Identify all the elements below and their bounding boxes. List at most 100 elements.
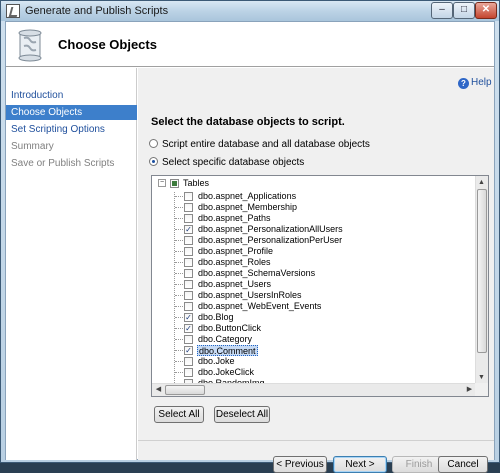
step-choose-objects[interactable]: Choose Objects bbox=[6, 105, 137, 120]
tree-connector bbox=[175, 251, 183, 252]
cancel-button[interactable]: Cancel bbox=[438, 456, 488, 473]
step-introduction[interactable]: Introduction bbox=[6, 88, 137, 103]
tree-connector bbox=[175, 317, 183, 318]
tree-item[interactable]: ✓ dbo.ButtonClick bbox=[152, 323, 472, 334]
tree-item-label: dbo.aspnet_Membership bbox=[198, 202, 298, 212]
scroll-corner bbox=[475, 383, 488, 396]
tree-connector bbox=[175, 295, 183, 296]
tree-item-checkbox[interactable] bbox=[184, 214, 193, 223]
deselect-all-button[interactable]: Deselect All bbox=[214, 406, 270, 423]
tree-item-checkbox[interactable] bbox=[184, 247, 193, 256]
radio-entire-indicator[interactable] bbox=[149, 139, 158, 148]
tree-item[interactable]: dbo.Category bbox=[152, 334, 472, 345]
radio-specific-label: Select specific database objects bbox=[162, 157, 305, 168]
tree-connector bbox=[175, 196, 183, 197]
tree-item-checkbox[interactable]: ✓ bbox=[184, 346, 193, 355]
step-set-scripting-options[interactable]: Set Scripting Options bbox=[6, 122, 137, 137]
tree-vertical-scrollbar[interactable]: ▲ ▼ bbox=[475, 176, 488, 384]
tree-item[interactable]: dbo.aspnet_WebEvent_Events bbox=[152, 301, 472, 312]
tree-item-checkbox[interactable] bbox=[184, 280, 193, 289]
wizard-steps: Introduction Choose Objects Set Scriptin… bbox=[6, 68, 137, 460]
page-title: Choose Objects bbox=[58, 37, 157, 52]
tree-connector bbox=[175, 350, 183, 351]
tree-item-label: dbo.aspnet_Users bbox=[198, 279, 272, 289]
scroll-up-icon[interactable]: ▲ bbox=[476, 177, 487, 188]
tree-item[interactable]: dbo.aspnet_SchemaVersions bbox=[152, 268, 472, 279]
instruction-text: Select the database objects to script. bbox=[151, 116, 345, 128]
next-button[interactable]: Next > bbox=[333, 456, 387, 473]
radio-specific-indicator[interactable] bbox=[149, 157, 158, 166]
radio-entire-label: Script entire database and all database … bbox=[162, 139, 370, 150]
title-bar[interactable]: Generate and Publish Scripts – □ ✕ bbox=[1, 1, 499, 21]
tree-item-checkbox[interactable] bbox=[184, 258, 193, 267]
tree-item-label: dbo.Blog bbox=[198, 312, 234, 322]
tree-item-checkbox[interactable] bbox=[184, 269, 193, 278]
tree-item-label: dbo.Joke bbox=[198, 356, 235, 366]
tree-item-checkbox[interactable] bbox=[184, 192, 193, 201]
tree-item-checkbox[interactable]: ✓ bbox=[184, 324, 193, 333]
tree-item-checkbox[interactable]: ✓ bbox=[184, 225, 193, 234]
help-link[interactable]: ? Help bbox=[458, 77, 492, 89]
help-label: Help bbox=[471, 77, 492, 88]
tree-connector bbox=[175, 339, 183, 340]
help-icon: ? bbox=[458, 78, 469, 89]
tree-item[interactable]: dbo.aspnet_Paths bbox=[152, 213, 472, 224]
tree-item-checkbox[interactable]: ✓ bbox=[184, 313, 193, 322]
tree-item[interactable]: dbo.aspnet_UsersInRoles bbox=[152, 290, 472, 301]
tree-item-label: dbo.Category bbox=[198, 334, 253, 344]
scroll-left-icon[interactable]: ◀ bbox=[153, 384, 164, 395]
tree-item-label: dbo.aspnet_Profile bbox=[198, 246, 274, 256]
tree-item[interactable]: dbo.aspnet_PersonalizationPerUser bbox=[152, 235, 472, 246]
tree-item[interactable]: ✓ dbo.Comment bbox=[152, 345, 472, 356]
vertical-scroll-thumb[interactable] bbox=[477, 189, 487, 353]
tree-connector bbox=[175, 273, 183, 274]
tree-horizontal-scrollbar[interactable]: ◀ ▶ bbox=[152, 383, 477, 396]
previous-button[interactable]: < Previous bbox=[273, 456, 327, 473]
wizard-window: Generate and Publish Scripts – □ ✕ Choos… bbox=[0, 0, 500, 473]
content-panel: ? Help Select the database objects to scr… bbox=[138, 68, 494, 473]
radio-specific-objects[interactable]: Select specific database objects bbox=[149, 157, 304, 168]
tree-item-checkbox[interactable] bbox=[184, 335, 193, 344]
collapse-icon[interactable]: − bbox=[158, 179, 166, 187]
tree-item-label: dbo.aspnet_Applications bbox=[198, 191, 297, 201]
tree-item-checkbox[interactable] bbox=[184, 291, 193, 300]
tree-item[interactable]: dbo.aspnet_Profile bbox=[152, 246, 472, 257]
tables-label: Tables bbox=[183, 178, 210, 188]
tables-checkbox[interactable] bbox=[170, 179, 179, 188]
tree-connector bbox=[175, 218, 183, 219]
tree-item-checkbox[interactable] bbox=[184, 302, 193, 311]
tree-item-label: dbo.aspnet_SchemaVersions bbox=[198, 268, 316, 278]
tree-item[interactable]: dbo.aspnet_Roles bbox=[152, 257, 472, 268]
tree-item-checkbox[interactable] bbox=[184, 203, 193, 212]
tree-item-label: dbo.aspnet_PersonalizationAllUsers bbox=[198, 224, 343, 234]
tree-connector bbox=[175, 306, 183, 307]
tree-item-label: dbo.aspnet_Paths bbox=[198, 213, 271, 223]
object-tree[interactable]: − Tables dbo.aspnet_Applications dbo.aspn… bbox=[151, 175, 489, 397]
wizard-client: Choose Objects Introduction Choose Objec… bbox=[5, 21, 495, 473]
tree-item[interactable]: dbo.JokeClick bbox=[152, 367, 472, 378]
maximize-button[interactable]: □ bbox=[453, 2, 475, 19]
tree-item-label: dbo.Comment bbox=[197, 345, 258, 356]
tree-item[interactable]: ✓ dbo.aspnet_PersonalizationAllUsers bbox=[152, 224, 472, 235]
tree-connector bbox=[175, 328, 183, 329]
tree-item-checkbox[interactable] bbox=[184, 368, 193, 377]
minimize-button[interactable]: – bbox=[431, 2, 453, 19]
tree-connector bbox=[175, 372, 183, 373]
scroll-down-icon[interactable]: ▼ bbox=[476, 372, 487, 383]
tree-connector bbox=[175, 240, 183, 241]
select-all-button[interactable]: Select All bbox=[154, 406, 204, 423]
tree-item[interactable]: dbo.aspnet_Membership bbox=[152, 202, 472, 213]
tree-item[interactable]: dbo.aspnet_Applications bbox=[152, 191, 472, 202]
tree-item[interactable]: ✓ dbo.Blog bbox=[152, 312, 472, 323]
tree-root-tables[interactable]: − Tables bbox=[152, 178, 472, 189]
tree-item-label: dbo.ButtonClick bbox=[198, 323, 262, 333]
tree-item-checkbox[interactable] bbox=[184, 236, 193, 245]
tree-item[interactable]: dbo.Joke bbox=[152, 356, 472, 367]
window-title: Generate and Publish Scripts bbox=[25, 5, 169, 17]
scroll-right-icon[interactable]: ▶ bbox=[464, 384, 475, 395]
tree-item[interactable]: dbo.aspnet_Users bbox=[152, 279, 472, 290]
radio-entire-database[interactable]: Script entire database and all database … bbox=[149, 139, 370, 150]
close-button[interactable]: ✕ bbox=[475, 2, 497, 19]
horizontal-scroll-thumb[interactable] bbox=[165, 385, 205, 395]
tree-item-checkbox[interactable] bbox=[184, 357, 193, 366]
